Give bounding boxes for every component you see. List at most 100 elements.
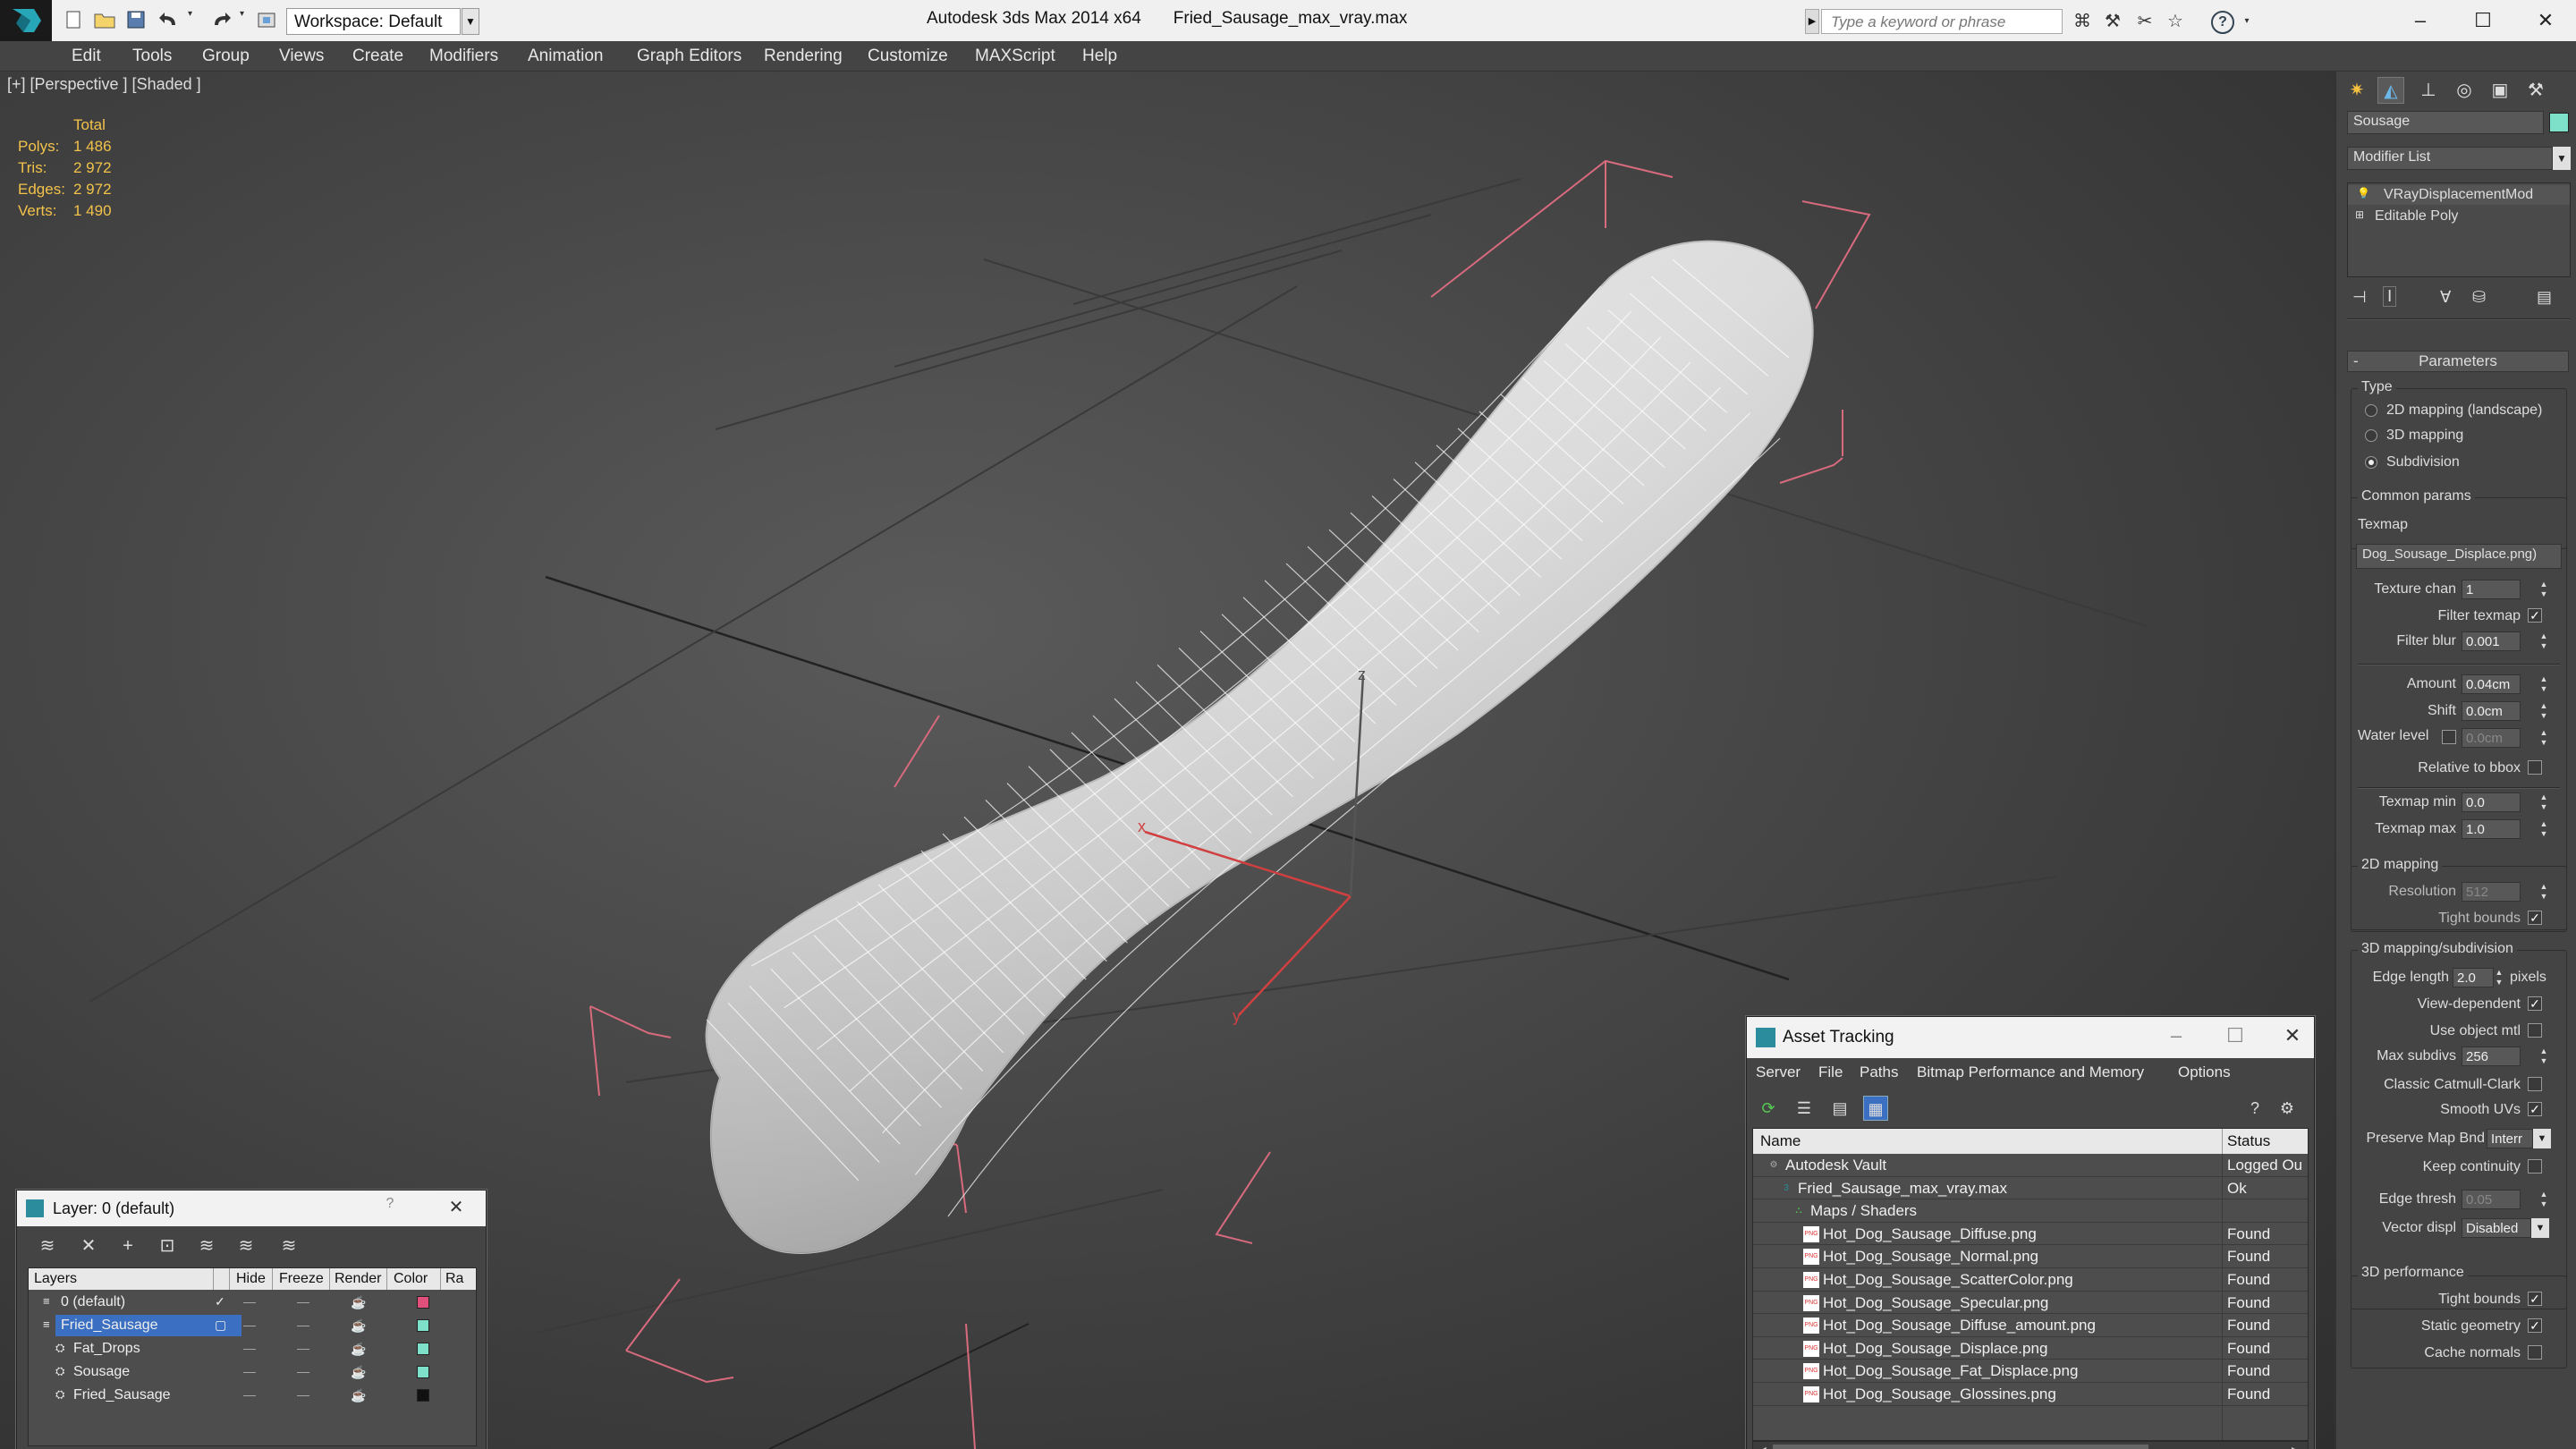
col-color[interactable]: Color: [394, 1271, 428, 1287]
add-to-layer-icon[interactable]: +: [115, 1233, 140, 1258]
texture-chan-spinner[interactable]: 1: [2462, 580, 2521, 599]
object-name-field[interactable]: Sousage: [2347, 111, 2544, 134]
asset-row[interactable]: PNG Hot_Dog_Sousage_Displace.png Found: [1753, 1337, 2308, 1360]
freeze-toggle-icon[interactable]: —: [297, 1341, 309, 1355]
asset-row[interactable]: PNG Hot_Dog_Sousage_Diffuse_amount.png Fou…: [1753, 1314, 2308, 1337]
sausage-mesh[interactable]: [705, 240, 1814, 1254]
hide-toggle-icon[interactable]: —: [243, 1341, 256, 1355]
asset-row[interactable]: PNG Hot_Dog_Sousage_Normal.png Found: [1753, 1245, 2308, 1268]
asset-horizontal-scrollbar[interactable]: ◀ ▶: [1752, 1441, 2309, 1449]
pin-stack-icon[interactable]: ⊣: [2352, 288, 2367, 307]
menu-views[interactable]: Views: [279, 47, 324, 66]
thumbnail-view-icon[interactable]: ▤: [1827, 1096, 1852, 1121]
configure-sets-icon[interactable]: ▤: [2537, 288, 2552, 307]
menu-modifiers[interactable]: Modifiers: [429, 47, 498, 66]
edge-thresh-spinner-arrows[interactable]: ▲ ▼: [2538, 1190, 2549, 1209]
edge-thresh-spinner[interactable]: 0.05: [2462, 1190, 2521, 1209]
water-level-spinner-arrows[interactable]: ▲ ▼: [2538, 728, 2549, 748]
list-view-icon[interactable]: ☰: [1792, 1096, 1817, 1121]
layer-color-swatch[interactable]: [417, 1343, 429, 1355]
asset-menu-options[interactable]: Options: [2178, 1063, 2231, 1081]
texmap-button[interactable]: Dog_Sousage_Displace.png): [2356, 544, 2562, 569]
tab-create-icon[interactable]: ✷: [2343, 77, 2370, 104]
render-teapot-icon[interactable]: ☕: [351, 1295, 366, 1310]
lightbulb-icon[interactable]: 💡: [2357, 187, 2370, 199]
col-name[interactable]: Name: [1760, 1132, 1801, 1150]
tight-bounds-3d-checkbox[interactable]: ✓: [2528, 1292, 2542, 1306]
layer-color-swatch[interactable]: [417, 1389, 429, 1402]
refresh-icon[interactable]: ⟳: [1756, 1096, 1781, 1121]
tab-motion-icon[interactable]: ◎: [2451, 77, 2478, 104]
menu-animation[interactable]: Animation: [528, 47, 604, 66]
layer-row[interactable]: ≡ 0 (default) ✓ — — ☕: [29, 1292, 476, 1313]
current-layer-check-icon[interactable]: ✓: [215, 1294, 225, 1309]
layer-color-swatch[interactable]: [417, 1296, 429, 1309]
layer-color-swatch[interactable]: [417, 1366, 429, 1378]
preserve-map-bnd-dropdown-icon[interactable]: ▼: [2533, 1129, 2551, 1148]
relative-to-bbox-checkbox[interactable]: [2528, 760, 2542, 775]
max-subdivs-spinner[interactable]: 256: [2462, 1046, 2521, 1066]
redo-icon[interactable]: [209, 9, 236, 32]
stack-item-vraydisplacement[interactable]: 💡 VRayDisplacementMod: [2348, 185, 2570, 205]
layer-manager-titlebar[interactable]: Layer: 0 (default) ? ✕: [17, 1191, 486, 1226]
texmap-min-spinner[interactable]: 0.0: [2462, 792, 2521, 812]
set-current-layer-icon[interactable]: ▢: [215, 1318, 226, 1333]
asset-row[interactable]: PNG Hot_Dog_Sousage_Fat_Displace.png Found: [1753, 1360, 2308, 1383]
freeze-toggle-icon[interactable]: —: [297, 1318, 309, 1332]
layer-row[interactable]: ⛭ Sousage — — ☕: [29, 1361, 476, 1383]
search-input[interactable]: Type a keyword or phrase: [1821, 9, 2063, 34]
project-folder-icon[interactable]: [256, 9, 283, 32]
help-dropdown-icon[interactable]: ▾: [2236, 11, 2258, 32]
texmap-max-spinner[interactable]: 1.0: [2462, 819, 2521, 839]
object-color-swatch[interactable]: [2549, 113, 2569, 132]
layer-help-button[interactable]: ?: [375, 1196, 405, 1212]
scroll-right-icon[interactable]: ▶: [2292, 1444, 2301, 1449]
maximize-button[interactable]: ☐: [2456, 4, 2510, 38]
vector-displ-dropdown-icon[interactable]: ▼: [2531, 1218, 2549, 1238]
tab-hierarchy-icon[interactable]: ⊥: [2415, 77, 2442, 104]
binoculars-icon[interactable]: ⌘: [2072, 11, 2093, 32]
texture-chan-spinner-arrows[interactable]: ▲ ▼: [2538, 580, 2549, 599]
menu-edit[interactable]: Edit: [72, 47, 101, 66]
freeze-toggle-icon[interactable]: —: [297, 1387, 309, 1402]
parameters-rollout[interactable]: - Parameters: [2347, 351, 2569, 372]
col-status[interactable]: Status: [2227, 1132, 2270, 1150]
asset-row[interactable]: ⛬ Maps / Shaders: [1753, 1199, 2308, 1223]
help-icon[interactable]: ?: [2211, 11, 2234, 34]
vector-displ-select[interactable]: Disabled: [2462, 1218, 2531, 1238]
stack-item-editable-poly[interactable]: ⊞ Editable Poly: [2348, 207, 2570, 226]
layer-row[interactable]: ⛭ Fat_Drops — — ☕: [29, 1338, 476, 1360]
layer-color-swatch[interactable]: [417, 1319, 429, 1332]
radio-2d-mapping[interactable]: [2365, 404, 2377, 417]
hide-toggle-icon[interactable]: —: [243, 1318, 256, 1332]
show-end-result-icon[interactable]: Ⅰ: [2383, 286, 2397, 307]
water-level-spinner[interactable]: 0.0cm: [2462, 728, 2521, 748]
layer-row[interactable]: ≡ Fried_Sausage ▢ — — ☕: [29, 1315, 476, 1336]
asset-row[interactable]: PNG Hot_Dog_Sousage_ScatterColor.png Found: [1753, 1268, 2308, 1292]
hide-toggle-icon[interactable]: —: [243, 1294, 256, 1309]
render-teapot-icon[interactable]: ☕: [351, 1318, 366, 1334]
new-file-icon[interactable]: [63, 9, 89, 32]
asset-row[interactable]: PNG Hot_Dog_Sausage_Diffuse.png Found: [1753, 1223, 2308, 1246]
menu-graph-editors[interactable]: Graph Editors: [637, 47, 741, 66]
shift-spinner-arrows[interactable]: ▲ ▼: [2538, 701, 2549, 721]
perspective-viewport[interactable]: x y z [+] [Perspective ] [Shaded ] Total…: [0, 72, 2334, 1449]
menu-rendering[interactable]: Rendering: [764, 47, 843, 66]
edge-length-spinner-arrows[interactable]: ▲ ▼: [2494, 968, 2504, 987]
edge-length-spinner[interactable]: 2.0: [2453, 968, 2494, 987]
menu-tools[interactable]: Tools: [132, 47, 172, 66]
freeze-toggle-icon[interactable]: —: [297, 1364, 309, 1378]
radio-subdivision[interactable]: [2365, 456, 2377, 469]
texmap-max-spinner-arrows[interactable]: ▲ ▼: [2538, 819, 2549, 839]
tab-modify-icon[interactable]: ◭: [2377, 77, 2404, 104]
col-render[interactable]: Render: [335, 1271, 381, 1287]
asset-menu-bitmap-performance[interactable]: Bitmap Performance and Memory: [1917, 1063, 2144, 1081]
delete-layer-icon[interactable]: ✕: [76, 1233, 101, 1258]
layer-row[interactable]: ⛭ Fried_Sausage — — ☕: [29, 1385, 476, 1406]
render-teapot-icon[interactable]: ☕: [351, 1365, 366, 1380]
keep-continuity-checkbox[interactable]: [2528, 1159, 2542, 1174]
amount-spinner-arrows[interactable]: ▲ ▼: [2538, 674, 2549, 694]
filter-blur-spinner[interactable]: 0.001: [2462, 631, 2521, 651]
freeze-all-icon[interactable]: ≋: [276, 1233, 301, 1258]
asset-row[interactable]: 3 Fried_Sausage_max_vray.max Ok: [1753, 1177, 2308, 1200]
